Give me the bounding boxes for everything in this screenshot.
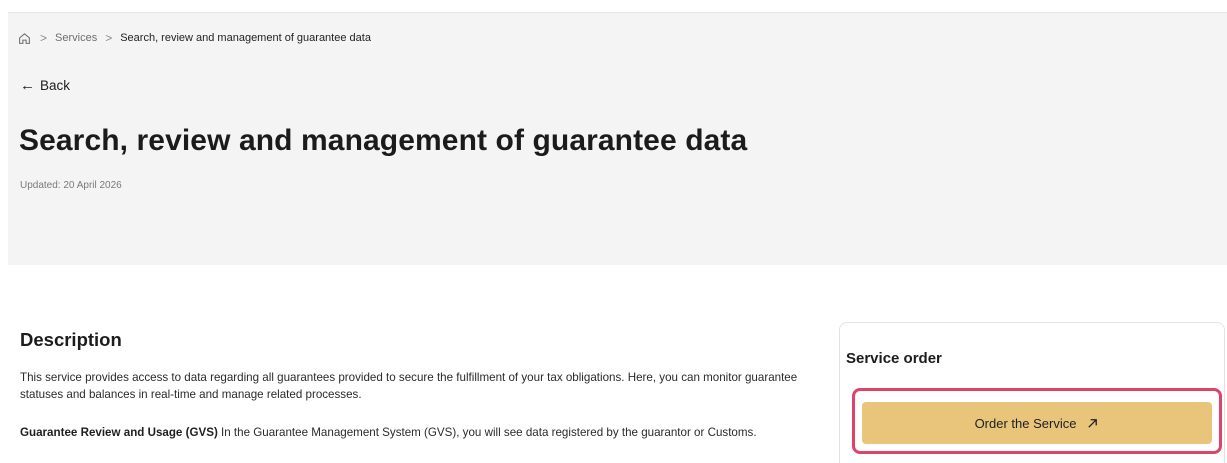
updated-date: Updated: 20 April 2026 (20, 180, 122, 191)
breadcrumb-separator: > (40, 31, 48, 45)
page-title: Search, review and management of guarant… (19, 124, 748, 157)
gvs-text: In the Guarantee Management System (GVS)… (217, 426, 757, 439)
external-link-arrow-icon (1086, 417, 1099, 430)
breadcrumb-services-link[interactable]: Services (55, 32, 97, 44)
order-service-button[interactable]: Order the Service (862, 402, 1212, 444)
arrow-left-icon: ← (20, 76, 35, 94)
breadcrumb: > Services > Search, review and manageme… (18, 23, 371, 53)
description-paragraph-gvs: Guarantee Review and Usage (GVS) In the … (20, 424, 820, 441)
breadcrumb-current: Search, review and management of guarant… (120, 32, 371, 44)
order-service-label: Order the Service (974, 415, 1077, 431)
description-paragraph: This service provides access to data reg… (20, 371, 798, 401)
description-heading: Description (20, 329, 122, 350)
back-label: Back (40, 77, 71, 93)
gvs-term: Guarantee Review and Usage (GVS) (20, 426, 218, 439)
service-order-title: Service order (846, 350, 942, 367)
home-icon[interactable] (18, 31, 32, 45)
breadcrumb-separator: > (105, 31, 113, 45)
back-link[interactable]: ← Back (20, 75, 70, 95)
